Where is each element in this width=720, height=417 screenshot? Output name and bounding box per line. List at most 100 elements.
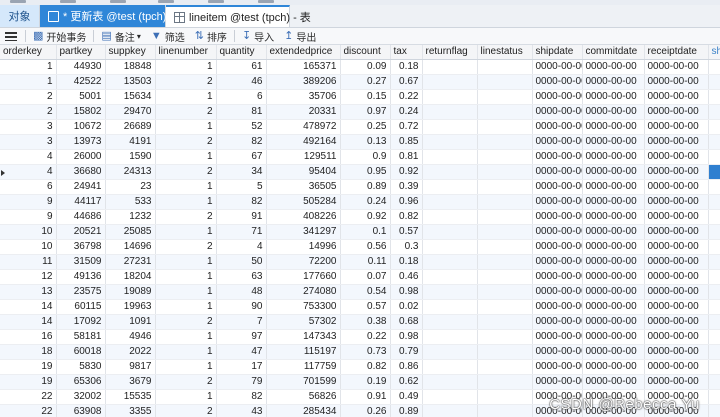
column-header-linestatus[interactable]: linestatus bbox=[477, 45, 533, 61]
column-header-discount[interactable]: discount bbox=[340, 45, 391, 61]
cell-quantity[interactable]: 17 bbox=[216, 359, 267, 376]
table-row[interactable]: 16 58181 4946 1 97 147343 0.22 0.98 0000-00-00 00… bbox=[0, 329, 720, 346]
cell-suppkey[interactable]: 1590 bbox=[105, 149, 156, 166]
table-row[interactable]: 9 44117 533 1 82 505284 0.24 0.96 0000-00-00 0000… bbox=[0, 194, 720, 211]
cell-quantity[interactable]: 47 bbox=[216, 344, 267, 361]
table-row[interactable]: 1 42522 13503 2 46 389206 0.27 0.67 0000-00-00 00… bbox=[0, 74, 720, 91]
hamburger-menu-icon[interactable] bbox=[5, 31, 17, 41]
cell-extendedprice[interactable]: 117759 bbox=[266, 359, 341, 376]
cell-shipdate[interactable]: 0000-00-00 bbox=[532, 359, 583, 376]
cell-orderkey[interactable]: 12 bbox=[0, 269, 57, 286]
cell-partkey[interactable]: 31509 bbox=[56, 254, 106, 271]
cell-linestatus[interactable] bbox=[477, 314, 533, 331]
cell-partkey[interactable]: 44686 bbox=[56, 209, 106, 226]
cell-shipdate[interactable]: 0000-00-00 bbox=[532, 329, 583, 346]
cell-discount[interactable]: 0.26 bbox=[340, 404, 391, 417]
cell-quantity[interactable]: 48 bbox=[216, 284, 267, 301]
cell-extendedprice[interactable]: 72200 bbox=[266, 254, 341, 271]
cell-orderkey[interactable]: 9 bbox=[0, 194, 57, 211]
memo-button[interactable]: ▤ 备注 ▾ bbox=[96, 28, 145, 44]
table-row[interactable]: 13 23575 19089 1 48 274080 0.54 0.98 0000-00-00 0… bbox=[0, 284, 720, 301]
cell-linestatus[interactable] bbox=[477, 209, 533, 226]
cell-quantity[interactable]: 71 bbox=[216, 224, 267, 241]
column-header-extendedprice[interactable]: extendedprice bbox=[266, 45, 341, 61]
cell-ship[interactable] bbox=[708, 359, 720, 376]
table-row[interactable]: 14 17092 1091 2 7 57302 0.38 0.68 0000-00-00 0000… bbox=[0, 314, 720, 331]
cell-suppkey[interactable]: 27231 bbox=[105, 254, 156, 271]
menu-item-stub[interactable] bbox=[258, 0, 274, 3]
cell-linestatus[interactable] bbox=[477, 269, 533, 286]
cell-quantity[interactable]: 97 bbox=[216, 329, 267, 346]
cell-shipdate[interactable]: 0000-00-00 bbox=[532, 314, 583, 331]
cell-commitdate[interactable]: 0000-00-00 bbox=[582, 134, 645, 151]
tab-lineitem-table[interactable]: lineitem @test (tpch) - 表 bbox=[166, 5, 311, 27]
cell-extendedprice[interactable]: 341297 bbox=[266, 224, 341, 241]
cell-linestatus[interactable] bbox=[477, 164, 533, 181]
cell-commitdate[interactable]: 0000-00-00 bbox=[582, 374, 645, 391]
table-row[interactable]: 6 24941 23 1 5 36505 0.89 0.39 0000-00-00 0000-00… bbox=[0, 179, 720, 196]
table-row[interactable]: 2 5001 15634 1 6 35706 0.15 0.22 0000-00-00 0000-… bbox=[0, 89, 720, 106]
cell-linenumber[interactable]: 1 bbox=[155, 179, 217, 196]
cell-returnflag[interactable] bbox=[422, 179, 478, 196]
cell-discount[interactable]: 0.09 bbox=[340, 59, 391, 76]
cell-receiptdate[interactable]: 0000-00-00 bbox=[644, 104, 709, 121]
cell-ship[interactable] bbox=[708, 179, 720, 196]
cell-linestatus[interactable] bbox=[477, 389, 533, 406]
cell-partkey[interactable]: 15802 bbox=[56, 104, 106, 121]
cell-orderkey[interactable]: 22 bbox=[0, 389, 57, 406]
cell-discount[interactable]: 0.27 bbox=[340, 74, 391, 91]
cell-quantity[interactable]: 7 bbox=[216, 314, 267, 331]
cell-commitdate[interactable]: 0000-00-00 bbox=[582, 314, 645, 331]
cell-linestatus[interactable] bbox=[477, 329, 533, 346]
column-header-returnflag[interactable]: returnflag bbox=[422, 45, 478, 61]
cell-extendedprice[interactable]: 20331 bbox=[266, 104, 341, 121]
cell-ship[interactable] bbox=[708, 329, 720, 346]
cell-tax[interactable]: 0.82 bbox=[390, 209, 423, 226]
cell-linenumber[interactable]: 2 bbox=[155, 104, 217, 121]
cell-partkey[interactable]: 36680 bbox=[56, 164, 106, 181]
cell-discount[interactable]: 0.57 bbox=[340, 299, 391, 316]
cell-partkey[interactable]: 5001 bbox=[56, 89, 106, 106]
cell-linenumber[interactable]: 1 bbox=[155, 149, 217, 166]
cell-commitdate[interactable]: 0000-00-00 bbox=[582, 329, 645, 346]
table-row[interactable]: 11 31509 27231 1 50 72200 0.11 0.18 0000-00-00 00… bbox=[0, 254, 720, 271]
cell-discount[interactable]: 0.56 bbox=[340, 239, 391, 256]
cell-suppkey[interactable]: 19089 bbox=[105, 284, 156, 301]
cell-discount[interactable]: 0.13 bbox=[340, 134, 391, 151]
cell-ship[interactable] bbox=[708, 404, 720, 417]
cell-ship[interactable] bbox=[708, 239, 720, 256]
cell-linestatus[interactable] bbox=[477, 359, 533, 376]
cell-shipdate[interactable]: 0000-00-00 bbox=[532, 74, 583, 91]
cell-commitdate[interactable]: 0000-00-00 bbox=[582, 89, 645, 106]
cell-orderkey[interactable]: 2 bbox=[0, 104, 57, 121]
cell-orderkey[interactable]: 1 bbox=[0, 59, 57, 76]
cell-suppkey[interactable]: 15535 bbox=[105, 389, 156, 406]
cell-linenumber[interactable]: 1 bbox=[155, 119, 217, 136]
cell-partkey[interactable]: 49136 bbox=[56, 269, 106, 286]
cell-discount[interactable]: 0.92 bbox=[340, 209, 391, 226]
cell-suppkey[interactable]: 15634 bbox=[105, 89, 156, 106]
cell-receiptdate[interactable]: 0000-00-00 bbox=[644, 194, 709, 211]
cell-returnflag[interactable] bbox=[422, 134, 478, 151]
tab-query[interactable]: * 更新表 @test (tpch) - 查询 bbox=[40, 5, 198, 27]
cell-tax[interactable]: 0.98 bbox=[390, 284, 423, 301]
cell-linenumber[interactable]: 1 bbox=[155, 89, 217, 106]
cell-partkey[interactable]: 23575 bbox=[56, 284, 106, 301]
table-row[interactable]: 3 10672 26689 1 52 478972 0.25 0.72 0000-00-00 00… bbox=[0, 119, 720, 136]
cell-orderkey[interactable]: 18 bbox=[0, 344, 57, 361]
cell-extendedprice[interactable]: 505284 bbox=[266, 194, 341, 211]
cell-returnflag[interactable] bbox=[422, 74, 478, 91]
cell-discount[interactable]: 0.9 bbox=[340, 149, 391, 166]
cell-tax[interactable]: 0.18 bbox=[390, 254, 423, 271]
cell-ship[interactable] bbox=[708, 344, 720, 361]
cell-tax[interactable]: 0.02 bbox=[390, 299, 423, 316]
cell-receiptdate[interactable]: 0000-00-00 bbox=[644, 59, 709, 76]
menu-item-stub[interactable] bbox=[110, 0, 126, 3]
cell-linenumber[interactable]: 1 bbox=[155, 344, 217, 361]
column-header-quantity[interactable]: quantity bbox=[216, 45, 267, 61]
cell-shipdate[interactable]: 0000-00-00 bbox=[532, 299, 583, 316]
cell-extendedprice[interactable]: 35706 bbox=[266, 89, 341, 106]
cell-receiptdate[interactable]: 0000-00-00 bbox=[644, 239, 709, 256]
cell-linestatus[interactable] bbox=[477, 179, 533, 196]
cell-orderkey[interactable]: 4 bbox=[0, 149, 57, 166]
